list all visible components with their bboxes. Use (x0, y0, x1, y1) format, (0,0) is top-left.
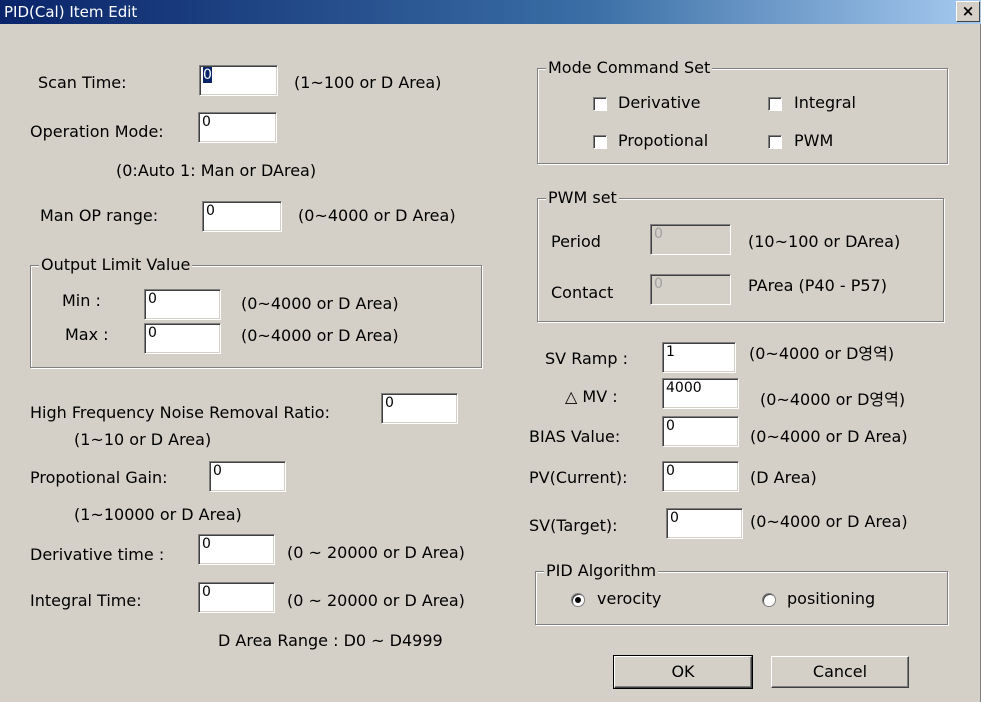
pwm-contact-label: Contact (551, 283, 614, 302)
output-max-hint: (0~4000 or D Area) (241, 326, 399, 345)
positioning-radio-label[interactable]: positioning (787, 589, 875, 609)
sv-target-hint: (0~4000 or D Area) (750, 512, 908, 531)
pwm-contact-input[interactable]: 0 (650, 274, 731, 305)
pid-algorithm-title: PID Algorithm (544, 561, 659, 581)
integral-checkbox-label[interactable]: Integral (794, 93, 856, 113)
sv-target-value: 0 (670, 510, 679, 526)
mode-command-group: Mode Command Set (537, 58, 948, 164)
sv-target-input[interactable]: 0 (666, 508, 743, 539)
verocity-radio[interactable] (571, 593, 585, 607)
delta-mv-label: △ MV : (565, 387, 618, 406)
output-max-input[interactable]: 0 (144, 323, 221, 354)
prop-gain-value: 0 (213, 463, 222, 479)
pv-current-input[interactable]: 0 (662, 461, 739, 492)
operation-mode-label: Operation Mode: (30, 122, 164, 141)
sv-ramp-value: 1 (666, 344, 675, 360)
pwm-set-group: PWM set (537, 188, 944, 322)
derivative-time-input[interactable]: 0 (198, 534, 275, 565)
derivative-checkbox-label[interactable]: Derivative (618, 93, 701, 113)
radio-selected-dot (575, 597, 581, 603)
scan-time-label: Scan Time: (38, 73, 127, 92)
operation-mode-value: 0 (202, 114, 211, 130)
output-min-label: Min : (62, 291, 101, 310)
hf-noise-label: High Frequency Noise Removal Ratio: (30, 403, 330, 422)
integral-time-value: 0 (202, 584, 211, 600)
scan-time-input[interactable]: 0 (199, 65, 278, 96)
bias-value-hint: (0~4000 or D Area) (750, 427, 908, 446)
cancel-button[interactable]: Cancel (771, 656, 909, 688)
propotional-checkbox[interactable] (593, 135, 607, 149)
scan-time-hint: (1~100 or D Area) (294, 73, 442, 92)
hf-noise-value: 0 (385, 395, 394, 411)
output-max-label: Max : (65, 325, 109, 344)
integral-time-label: Integral Time: (30, 591, 142, 610)
delta-mv-value: 4000 (666, 380, 702, 396)
scan-time-value: 0 (203, 67, 212, 83)
verocity-radio-label[interactable]: verocity (597, 589, 661, 609)
derivative-time-hint: (0 ~ 20000 or D Area) (287, 543, 465, 562)
output-limit-title: Output Limit Value (39, 255, 193, 275)
man-op-range-value: 0 (206, 203, 215, 219)
integral-time-input[interactable]: 0 (198, 582, 275, 613)
window-title: PID(Cal) Item Edit (4, 3, 138, 21)
man-op-range-label: Man OP range: (40, 206, 159, 225)
derivative-time-label: Derivative time : (30, 545, 165, 564)
man-op-range-hint: (0~4000 or D Area) (298, 206, 456, 225)
integral-time-hint: (0 ~ 20000 or D Area) (287, 591, 465, 610)
pwm-period-hint: (10~100 or DArea) (748, 232, 901, 251)
title-bar[interactable]: PID(Cal) Item Edit × (0, 0, 981, 24)
hf-noise-hint: (1~10 or D Area) (74, 430, 212, 449)
output-min-value: 0 (148, 291, 157, 307)
propotional-checkbox-label[interactable]: Propotional (618, 131, 708, 151)
delta-mv-input[interactable]: 4000 (662, 378, 739, 409)
pv-current-value: 0 (666, 463, 675, 479)
sv-target-label: SV(Target): (529, 516, 618, 535)
d-area-range-note: D Area Range : D0 ~ D4999 (218, 631, 443, 650)
pv-current-hint: (D Area) (750, 468, 817, 487)
mode-command-title: Mode Command Set (546, 58, 713, 78)
positioning-radio[interactable] (762, 593, 776, 607)
prop-gain-input[interactable]: 0 (209, 461, 286, 492)
pwm-checkbox[interactable] (768, 135, 782, 149)
operation-mode-input[interactable]: 0 (198, 112, 277, 143)
prop-gain-label: Propotional Gain: (30, 468, 168, 487)
sv-ramp-label: SV Ramp : (545, 349, 628, 368)
sv-ramp-input[interactable]: 1 (662, 342, 736, 373)
hf-noise-input[interactable]: 0 (381, 393, 458, 424)
pwm-checkbox-label[interactable]: PWM (794, 131, 833, 151)
pwm-set-title: PWM set (546, 188, 619, 208)
bias-value-input[interactable]: 0 (662, 416, 739, 447)
pwm-period-value: 0 (654, 226, 663, 242)
pid-item-edit-dialog: PID(Cal) Item Edit × Scan Time: 0 (1~100… (0, 0, 981, 702)
pv-current-label: PV(Current): (529, 468, 628, 487)
bias-value-label: BIAS Value: (529, 427, 621, 446)
derivative-checkbox[interactable] (593, 97, 607, 111)
output-min-input[interactable]: 0 (144, 289, 221, 320)
ok-button[interactable]: OK (613, 655, 753, 689)
prop-gain-hint: (1~10000 or D Area) (74, 505, 242, 524)
pwm-contact-value: 0 (654, 276, 663, 292)
derivative-time-value: 0 (202, 536, 211, 552)
man-op-range-input[interactable]: 0 (202, 201, 282, 232)
pwm-contact-hint: PArea (P40 - P57) (748, 276, 887, 295)
close-button[interactable]: × (956, 1, 980, 22)
pwm-period-label: Period (551, 232, 601, 251)
output-min-hint: (0~4000 or D Area) (241, 294, 399, 313)
delta-mv-hint: (0~4000 or D영역) (760, 390, 906, 409)
pwm-period-input[interactable]: 0 (650, 224, 731, 255)
integral-checkbox[interactable] (768, 97, 782, 111)
operation-mode-hint: (0:Auto 1: Man or DArea) (116, 161, 317, 180)
output-limit-group: Output Limit Value (30, 255, 482, 368)
sv-ramp-hint: (0~4000 or D영역) (749, 344, 895, 363)
output-max-value: 0 (148, 325, 157, 341)
bias-value-value: 0 (666, 418, 675, 434)
